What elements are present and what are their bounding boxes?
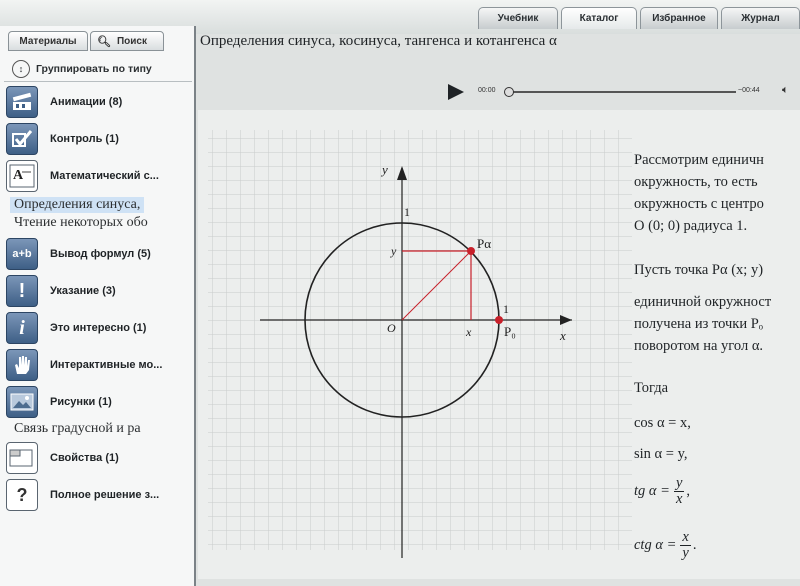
play-icon[interactable] (448, 84, 464, 100)
origin-label: O (387, 321, 396, 335)
sub-item-definitions[interactable]: Определения синуса, (10, 197, 145, 213)
formula-ctg-lhs: ctg α = (634, 537, 677, 553)
x-axis-label: x (559, 328, 566, 343)
text-line: единичной окружност (634, 294, 772, 310)
tab-textbook[interactable]: Учебник (478, 7, 558, 29)
list-item-label: Интерактивные мо... (50, 359, 163, 371)
progress-handle[interactable] (504, 87, 514, 97)
formula-ctg: ctg α = x y . (634, 530, 696, 561)
text-line: окружность, то есть (634, 174, 758, 190)
p0-label: P₀ (504, 324, 516, 339)
list-item-label: Математический с... (50, 170, 159, 182)
list-item-label: Анимации (8) (50, 96, 123, 108)
formula-tg-num: y (673, 475, 685, 492)
tab-materials[interactable]: Материалы (8, 31, 88, 51)
text-line: O (0; 0) радиуса 1. (634, 218, 748, 234)
formula-tg-comma: , (686, 483, 690, 499)
svg-text:A: A (13, 168, 24, 183)
tab-materials-label: Материалы (19, 35, 77, 47)
list-item-label: Это интересно (1) (50, 322, 147, 334)
text-line: получена из точки Pₒ (634, 316, 763, 332)
point-p-alpha (467, 247, 475, 255)
grid-background (208, 130, 632, 550)
formula-ctg-num: x (680, 529, 691, 546)
list-item-control[interactable]: Контроль (1) (6, 121, 194, 157)
formula-tg: tg α = y x , (634, 476, 690, 507)
one-y-label: 1 (404, 205, 410, 219)
list-item-math-dictionary[interactable]: A Математический с... (6, 158, 194, 194)
text-line: Пусть точка Pα (x; y) (634, 262, 764, 278)
checkmark-icon (6, 123, 38, 155)
text-A-icon: A (6, 160, 38, 192)
total-time: ~00:44 (738, 87, 760, 94)
list-item-properties[interactable]: Свойства (1) (6, 440, 194, 476)
group-by-type[interactable]: ↕ Группировать по типу (4, 57, 192, 82)
formula-sin: sin α = y, (634, 446, 688, 462)
tab-search[interactable]: 🔍︎ Поиск (90, 31, 164, 51)
formula-tg-den: x (675, 491, 683, 507)
properties-icon (6, 442, 38, 474)
one-x-label: 1 (503, 302, 509, 316)
sub-item-degree-radian[interactable]: Связь градусной и ра (14, 421, 141, 437)
formula-ctg-fraction: x y (680, 529, 691, 561)
formula-tg-lhs: tg α = (634, 483, 670, 499)
list-item-label: Свойства (1) (50, 452, 119, 464)
current-time: 00:00 (478, 87, 496, 94)
picture-icon (6, 386, 38, 418)
list-item-label: Вывод формул (5) (50, 248, 151, 260)
exclamation-icon: ! (6, 275, 38, 307)
page-title: Определения синуса, косинуса, тангенса и… (200, 33, 557, 49)
y-axis-label: y (380, 162, 388, 177)
film-icon (6, 86, 38, 118)
text-line: Рассмотрим единичн (634, 152, 764, 168)
formula-ctg-den: y (682, 545, 689, 561)
group-by-label: Группировать по типу (36, 63, 152, 75)
x-tick-label: x (465, 325, 472, 339)
tab-journal[interactable]: Журнал (721, 7, 800, 29)
list-item-full-solution[interactable]: ? Полное решение з... (6, 477, 194, 513)
hand-icon (6, 349, 38, 381)
formula-ctg-period: . (692, 537, 697, 553)
list-item-interesting[interactable]: i Это интересно (1) (6, 310, 194, 346)
question-icon: ? (6, 479, 38, 511)
tab-search-label: Поиск (116, 35, 147, 47)
list-item-label: Контроль (1) (50, 133, 119, 145)
text-line: окружность с центро (634, 196, 764, 212)
list-item-label: Полное решение з... (50, 489, 160, 501)
volume-icon[interactable]: 🔈︎ (782, 84, 789, 97)
text-line: поворотом на угол α. (634, 338, 764, 354)
search-icon: 🔍︎ (97, 35, 111, 48)
text-then: Тогда (634, 380, 669, 396)
list-item-interactive-models[interactable]: Интерактивные мо... (6, 347, 194, 383)
sub-item-reading[interactable]: Чтение некоторых обо (14, 215, 148, 231)
y-tick-label: y (390, 244, 397, 258)
formula-icon: a+b (6, 238, 38, 270)
list-item-label: Рисунки (1) (50, 396, 112, 408)
tab-favorites[interactable]: Избранное (640, 7, 718, 29)
sort-icon: ↕ (12, 60, 30, 78)
formula-cos: cos α = x, (634, 415, 691, 431)
info-icon: i (6, 312, 38, 344)
list-item-label: Указание (3) (50, 285, 116, 297)
list-item-animations[interactable]: Анимации (8) (6, 84, 194, 120)
formula-tg-fraction: y x (673, 475, 685, 507)
list-item-hint[interactable]: ! Указание (3) (6, 273, 194, 309)
audio-player: 00:00 ~00:44 🔈︎ (446, 84, 800, 100)
tab-catalog[interactable]: Каталог (561, 7, 637, 29)
p-alpha-label: Pα (477, 236, 491, 251)
progress-track[interactable] (506, 91, 736, 93)
list-item-formula-derivation[interactable]: a+b Вывод формул (5) (6, 236, 194, 272)
list-item-pictures[interactable]: Рисунки (1) (6, 384, 194, 420)
point-p0 (495, 316, 503, 324)
